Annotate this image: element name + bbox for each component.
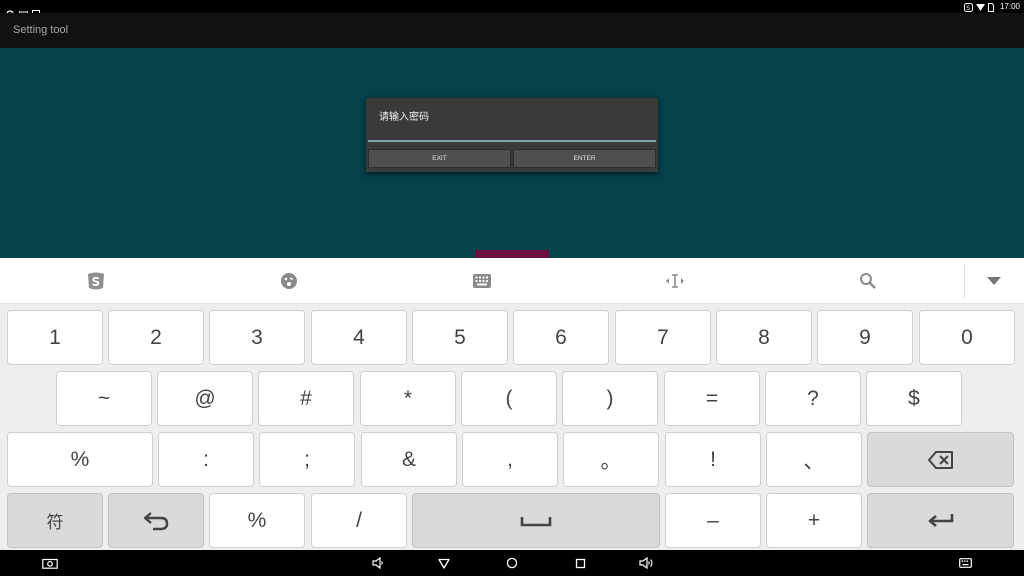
- key-cn-comma[interactable]: 、: [766, 432, 862, 487]
- status-left-icons: [6, 1, 40, 18]
- status-time: 17:00: [999, 2, 1020, 11]
- key-plus[interactable]: +: [766, 493, 862, 548]
- accent-strip: [475, 250, 549, 258]
- key-percent[interactable]: %: [7, 432, 153, 487]
- key-7[interactable]: 7: [615, 310, 711, 365]
- key-0[interactable]: 0: [919, 310, 1015, 365]
- key-minus[interactable]: –: [665, 493, 761, 548]
- symbol-key[interactable]: 符: [7, 493, 103, 548]
- sogou-icon: S: [963, 2, 973, 12]
- key-2[interactable]: 2: [108, 310, 204, 365]
- enter-button[interactable]: ENTER: [513, 149, 656, 168]
- space-key[interactable]: [412, 493, 660, 548]
- svg-text:S: S: [92, 275, 101, 289]
- backspace-icon: [927, 450, 954, 469]
- backspace-key[interactable]: [867, 432, 1014, 487]
- image-icon: [32, 3, 40, 18]
- back-icon[interactable]: [437, 556, 451, 570]
- enter-icon: [927, 512, 955, 530]
- app-bar: Setting tool: [0, 13, 1024, 48]
- key-exclaim[interactable]: !: [665, 432, 761, 487]
- key-colon[interactable]: :: [158, 432, 254, 487]
- password-input[interactable]: [368, 140, 656, 142]
- key-at[interactable]: @: [157, 371, 253, 426]
- home-icon[interactable]: [505, 556, 519, 570]
- key-dollar[interactable]: $: [866, 371, 962, 426]
- key-3[interactable]: 3: [209, 310, 305, 365]
- toolbar-divider: [964, 264, 965, 298]
- keyboard: 1 2 3 4 5 6 7 8 9 0 ~ @ # * ( ) = ? $ % …: [0, 304, 1024, 550]
- key-percent-bottom[interactable]: %: [209, 493, 305, 548]
- dialog-title: 请输入密码: [379, 112, 429, 123]
- cursor-move-icon[interactable]: [663, 269, 687, 293]
- recents-icon[interactable]: [573, 556, 587, 570]
- key-9[interactable]: 9: [817, 310, 913, 365]
- screenshot-icon[interactable]: [41, 556, 58, 570]
- keyboard-switch-icon[interactable]: [958, 556, 972, 570]
- status-right-icons: S 17:00: [963, 0, 1020, 13]
- keyboard-toolbar: S: [0, 258, 1024, 304]
- key-semicolon[interactable]: ;: [259, 432, 355, 487]
- sim-icon: [987, 2, 996, 12]
- key-asterisk[interactable]: *: [360, 371, 456, 426]
- key-question[interactable]: ?: [765, 371, 861, 426]
- key-open-paren[interactable]: (: [461, 371, 557, 426]
- status-bar: S 17:00: [0, 0, 1024, 18]
- key-equals[interactable]: =: [664, 371, 760, 426]
- key-close-paren[interactable]: ): [562, 371, 658, 426]
- key-5[interactable]: 5: [412, 310, 508, 365]
- return-icon: [143, 511, 169, 531]
- search-icon[interactable]: [856, 269, 880, 293]
- space-icon: [520, 515, 552, 527]
- key-4[interactable]: 4: [311, 310, 407, 365]
- exit-button[interactable]: EXIT: [368, 149, 511, 168]
- enter-key[interactable]: [867, 493, 1014, 548]
- key-tilde[interactable]: ~: [56, 371, 152, 426]
- sogou-logo-icon[interactable]: S: [84, 269, 108, 293]
- key-slash[interactable]: /: [311, 493, 407, 548]
- navigation-bar: [0, 550, 1024, 576]
- volume-down-icon[interactable]: [371, 556, 385, 570]
- collapse-keyboard-icon[interactable]: [982, 269, 1006, 293]
- volume-up-icon[interactable]: [639, 556, 655, 570]
- keyboard-icon[interactable]: [470, 269, 494, 293]
- key-1[interactable]: 1: [7, 310, 103, 365]
- cast-icon: [19, 3, 28, 16]
- browser-e-icon: [6, 3, 14, 18]
- password-dialog: 请输入密码 EXIT ENTER: [366, 98, 658, 172]
- key-ampersand[interactable]: &: [361, 432, 457, 487]
- key-cn-period[interactable]: 。: [563, 432, 659, 487]
- key-8[interactable]: 8: [716, 310, 812, 365]
- emoji-icon[interactable]: [277, 269, 301, 293]
- return-key[interactable]: [108, 493, 204, 548]
- key-hash[interactable]: #: [258, 371, 354, 426]
- svg-text:S: S: [966, 5, 970, 12]
- key-comma[interactable]: ,: [462, 432, 558, 487]
- wifi-icon: [975, 3, 985, 11]
- app-title: Setting tool: [13, 24, 69, 36]
- key-6[interactable]: 6: [513, 310, 609, 365]
